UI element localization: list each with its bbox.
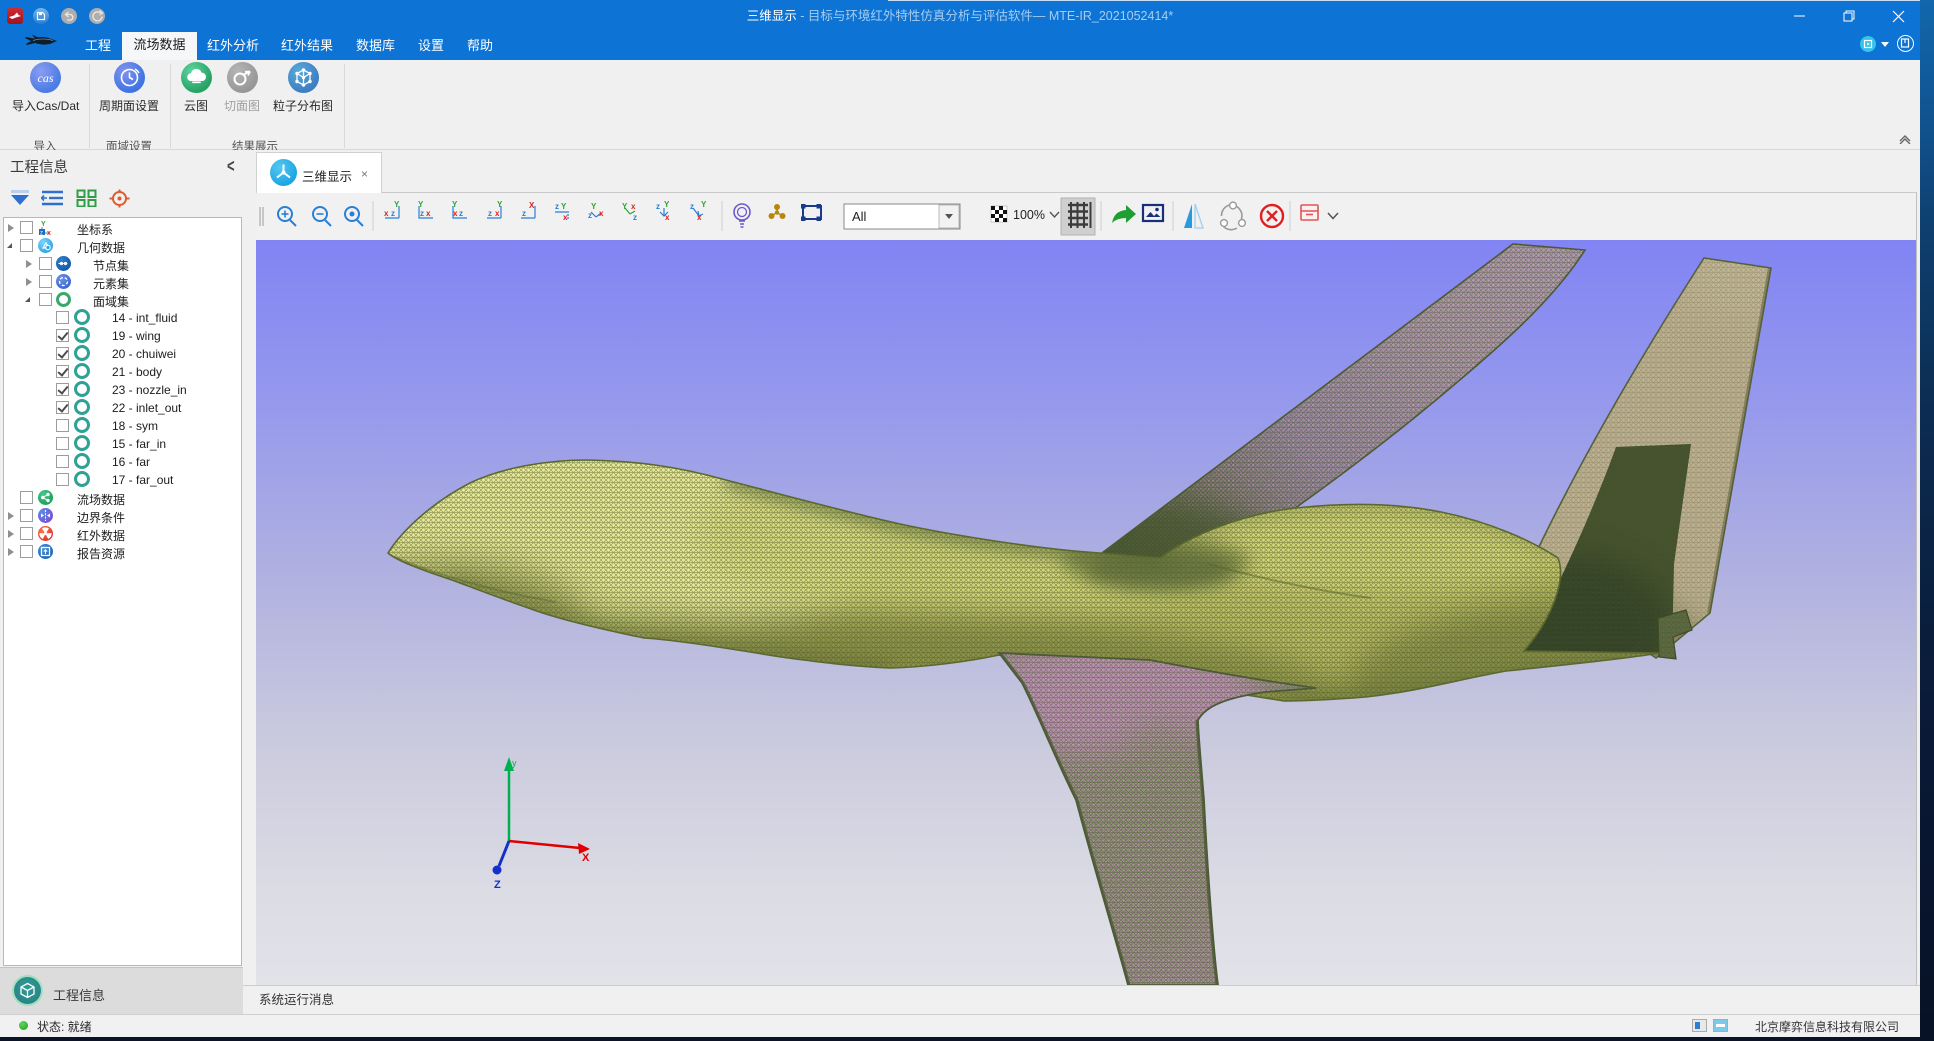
svg-text:z: z — [633, 213, 637, 222]
svg-text:Z: Z — [494, 879, 501, 891]
svg-text:x: x — [697, 213, 702, 222]
svg-text:Y: Y — [701, 200, 707, 209]
svg-text:Y: Y — [561, 202, 567, 211]
svg-text:X: X — [582, 852, 590, 864]
svg-text:x: x — [47, 230, 51, 236]
svg-text:x: x — [426, 209, 431, 218]
svg-text:z: z — [391, 209, 395, 218]
svg-text:x: x — [495, 209, 500, 218]
svg-text:All: All — [852, 209, 867, 224]
svg-text:Y: Y — [497, 200, 503, 209]
svg-text:y: y — [512, 758, 517, 768]
svg-text:z: z — [588, 211, 592, 220]
svg-text:z: z — [40, 231, 43, 237]
svg-text:Y: Y — [664, 200, 670, 209]
svg-text:Y: Y — [41, 221, 46, 228]
svg-text:z: z — [656, 202, 660, 211]
svg-text:Y: Y — [591, 202, 597, 211]
svg-text:x: x — [665, 213, 670, 222]
svg-text:z: z — [488, 209, 492, 218]
svg-text:Y: Y — [622, 202, 628, 211]
svg-text:x: x — [384, 209, 389, 218]
svg-text:z: z — [420, 209, 424, 218]
svg-text:x: x — [563, 213, 568, 222]
svg-text:z: z — [522, 209, 526, 218]
svg-text:x: x — [599, 209, 604, 218]
svg-text:z: z — [555, 202, 559, 211]
svg-text:X: X — [529, 201, 535, 210]
svg-text:x: x — [631, 202, 636, 211]
svg-text:100%: 100% — [1013, 208, 1045, 222]
svg-text:z: z — [459, 209, 463, 218]
svg-text:z: z — [690, 202, 694, 211]
svg-text:x: x — [453, 209, 458, 218]
